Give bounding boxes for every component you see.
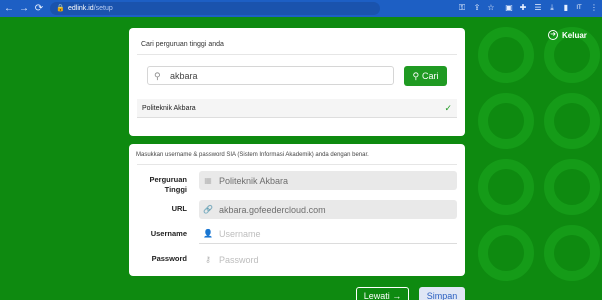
- logout-button[interactable]: ➜ Keluar: [548, 30, 587, 40]
- download-icon[interactable]: ⤓: [547, 3, 557, 13]
- password-placeholder: Password: [219, 254, 259, 265]
- result-label: Politeknik Akbara: [142, 104, 196, 112]
- key-icon[interactable]: ⚿: [457, 3, 467, 13]
- building-icon: ▦: [204, 175, 212, 185]
- search-icon: ⚲: [154, 70, 161, 81]
- logout-icon: ➜: [548, 30, 558, 40]
- username-label: Username: [150, 229, 187, 238]
- key-icon: ⚷: [205, 254, 211, 264]
- url-path: /setup: [93, 5, 113, 12]
- decorative-pattern: [470, 17, 602, 300]
- lock-icon: 🔒: [56, 4, 65, 12]
- address-bar[interactable]: 🔒 edlink.id/setup: [50, 2, 380, 15]
- url-label: URL: [171, 204, 187, 213]
- url-value: akbara.gofeedercloud.com: [219, 204, 326, 215]
- search-input[interactable]: ⚲ akbara: [147, 66, 394, 85]
- institution-label-line2: Tinggi: [164, 185, 187, 194]
- search-button-label: Cari: [422, 71, 439, 81]
- search-icon: ⚲: [412, 70, 420, 81]
- sidepanel-icon[interactable]: ▮: [561, 3, 571, 13]
- search-card: Cari perguruan tinggi anda ⚲ akbara ⚲ Ca…: [129, 28, 465, 136]
- username-field[interactable]: 👤 Username: [199, 225, 457, 244]
- puzzle-icon[interactable]: ✚: [518, 3, 528, 13]
- reload-icon[interactable]: ⟳: [33, 3, 45, 15]
- instruction-text: Masukkan username & password SIA (Sistem…: [136, 152, 369, 158]
- logout-label: Keluar: [562, 30, 587, 40]
- extension-icon[interactable]: ▣: [504, 3, 514, 13]
- institution-value: Politeknik Akbara: [219, 175, 289, 186]
- divider: [137, 54, 457, 55]
- link-icon: 🔗: [203, 204, 213, 214]
- menu-icon[interactable]: ☰: [533, 3, 543, 13]
- institution-field: ▦ Politeknik Akbara: [199, 171, 457, 190]
- username-placeholder: Username: [219, 229, 261, 239]
- url-field: 🔗 akbara.gofeedercloud.com: [199, 200, 457, 219]
- forward-icon[interactable]: →: [18, 3, 30, 15]
- share-icon[interactable]: ⇪: [472, 3, 482, 13]
- search-result-item[interactable]: Politeknik Akbara ✓: [137, 99, 457, 118]
- kebab-icon[interactable]: ⋮: [589, 3, 599, 13]
- institution-label-line1: Perguruan: [149, 175, 187, 184]
- skip-button[interactable]: Lewati →: [356, 287, 409, 300]
- user-icon: 👤: [203, 229, 213, 238]
- search-button[interactable]: ⚲ Cari: [404, 66, 447, 86]
- search-value: akbara: [170, 70, 198, 81]
- institution-label: Perguruan Tinggi: [129, 175, 187, 195]
- password-field[interactable]: ⚷ Password: [199, 250, 457, 269]
- check-icon: ✓: [444, 103, 452, 113]
- divider: [137, 164, 457, 165]
- profile-avatar[interactable]: IT: [574, 3, 584, 13]
- search-title: Cari perguruan tinggi anda: [141, 41, 224, 48]
- save-button[interactable]: Simpan: [419, 287, 465, 300]
- credentials-card: Masukkan username & password SIA (Sistem…: [129, 144, 465, 276]
- url-host: edlink.id: [68, 5, 94, 12]
- password-label: Password: [151, 254, 187, 263]
- star-icon[interactable]: ☆: [486, 3, 496, 13]
- back-icon[interactable]: ←: [3, 3, 15, 15]
